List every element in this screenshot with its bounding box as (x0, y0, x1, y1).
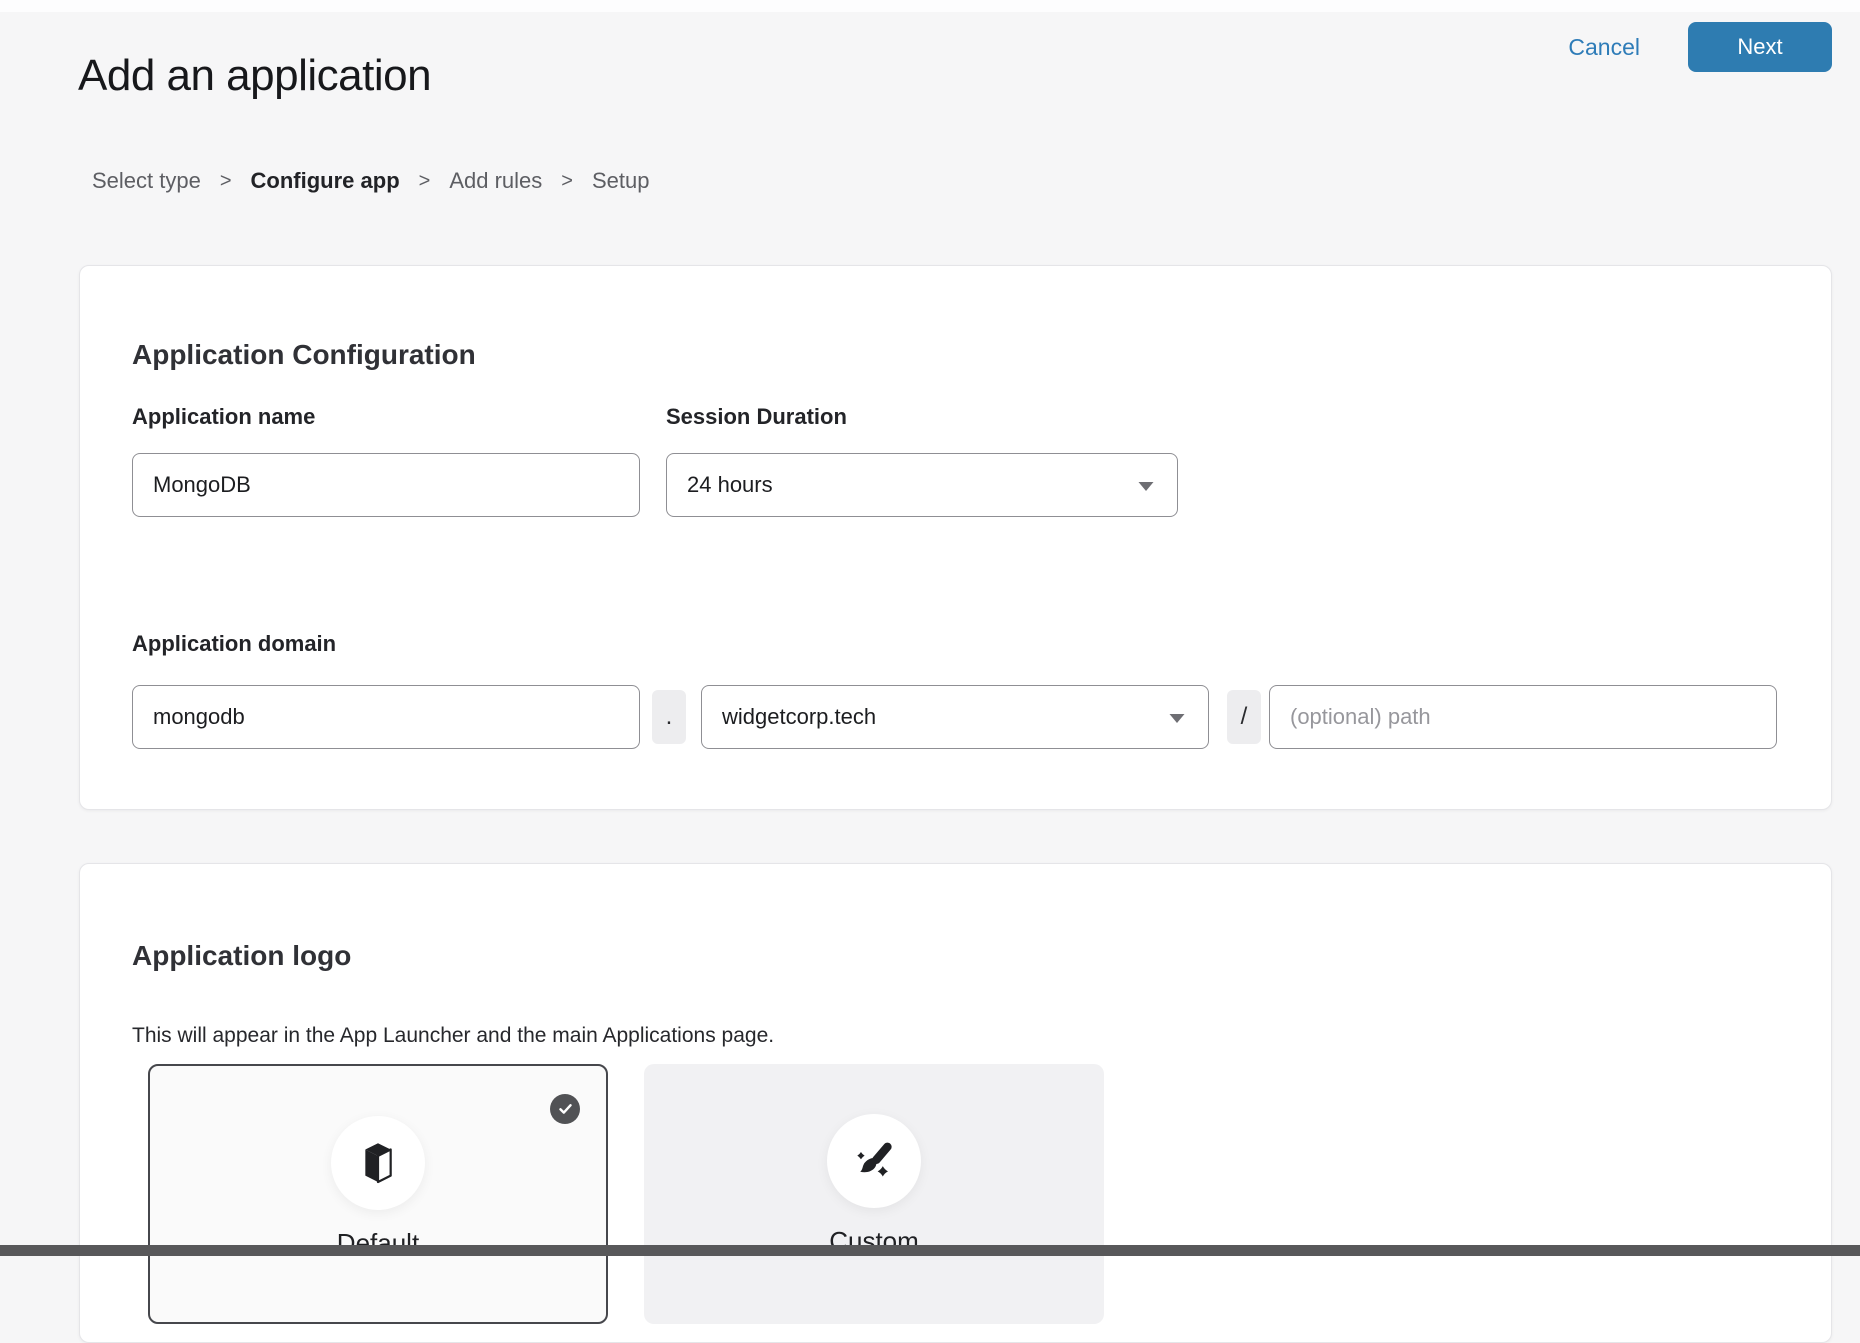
bottom-bar (0, 1245, 1860, 1256)
logo-section-title: Application logo (132, 940, 351, 972)
application-domain-label: Application domain (132, 631, 336, 657)
chevron-down-icon (1168, 704, 1186, 730)
selected-check-badge (550, 1094, 580, 1124)
domain-select[interactable]: widgetcorp.tech (701, 685, 1209, 749)
session-duration-select[interactable]: 24 hours (666, 453, 1178, 517)
default-logo-circle (331, 1116, 425, 1210)
application-logo-card: Application logo This will appear in the… (79, 863, 1832, 1343)
domain-dot-separator: . (652, 690, 686, 744)
breadcrumb: Select type > Configure app > Add rules … (92, 168, 649, 194)
subdomain-input[interactable] (132, 685, 640, 749)
paintbrush-icon (851, 1138, 897, 1184)
logo-description: This will appear in the App Launcher and… (132, 1024, 774, 1048)
page-title: Add an application (78, 51, 431, 101)
domain-slash-separator: / (1227, 690, 1261, 744)
chevron-down-icon (1137, 472, 1155, 498)
cancel-button[interactable]: Cancel (1568, 34, 1640, 61)
session-duration-value: 24 hours (687, 472, 773, 498)
breadcrumb-separator-icon: > (419, 170, 431, 193)
breadcrumb-step-configure-app[interactable]: Configure app (251, 168, 400, 194)
next-button[interactable]: Next (1688, 22, 1832, 72)
header-actions: Cancel Next (1568, 22, 1832, 72)
path-input[interactable] (1269, 685, 1777, 749)
breadcrumb-step-select-type[interactable]: Select type (92, 168, 201, 194)
top-strip (0, 0, 1860, 12)
breadcrumb-step-add-rules[interactable]: Add rules (449, 168, 542, 194)
application-configuration-card: Application Configuration Application na… (79, 265, 1832, 810)
breadcrumb-separator-icon: > (220, 170, 232, 193)
application-name-label: Application name (132, 404, 315, 430)
cube-icon (359, 1141, 397, 1185)
session-duration-label: Session Duration (666, 404, 847, 430)
logo-option-default[interactable]: Default (148, 1064, 608, 1324)
domain-select-value: widgetcorp.tech (722, 704, 876, 730)
check-icon (558, 1103, 573, 1115)
config-section-title: Application Configuration (132, 339, 476, 371)
logo-option-custom[interactable]: Custom (644, 1064, 1104, 1324)
breadcrumb-separator-icon: > (561, 170, 573, 193)
custom-logo-circle (827, 1114, 921, 1208)
application-name-input[interactable] (132, 453, 640, 517)
breadcrumb-step-setup[interactable]: Setup (592, 168, 650, 194)
